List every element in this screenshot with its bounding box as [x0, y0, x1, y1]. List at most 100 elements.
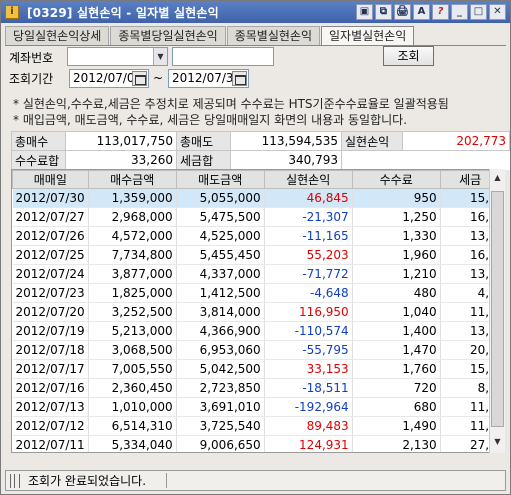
- cell-date: 2012/07/26: [12, 226, 89, 246]
- scroll-up-icon[interactable]: ▲: [490, 171, 505, 185]
- status-message: 조회가 완료되었습니다.: [28, 474, 147, 488]
- sell-total-label: 총매도: [176, 131, 231, 151]
- table-row[interactable]: 2012/07/26 4,572,000 4,525,000 -11,165 1,330…: [12, 226, 501, 246]
- account-row: 계좌번호: [9, 47, 53, 67]
- grid-scrollbar[interactable]: ▲ ▼: [489, 169, 505, 453]
- cell-buy: 3,877,000: [88, 264, 177, 284]
- daily-pnl-grid[interactable]: 매매일 매수금액 매도금액 실현손익 수수료 세금 2012/07/30 1,35…: [11, 169, 502, 453]
- app-icon: i: [5, 5, 19, 19]
- cell-fee: 1,040: [352, 302, 441, 322]
- tab-daily-realized-detail[interactable]: 당일실현손익상세: [5, 26, 110, 45]
- buy-total-value: 113,017,750: [65, 131, 177, 151]
- cell-fee: 1,330: [352, 226, 441, 246]
- cell-fee: 1,490: [352, 416, 441, 436]
- cell-fee: 1,210: [352, 264, 441, 284]
- cell-date: 2012/07/12: [12, 416, 89, 436]
- cell-sell: 6,953,060: [176, 340, 265, 360]
- table-row[interactable]: 2012/07/11 5,334,040 9,006,650 124,931 2,130…: [12, 435, 501, 452]
- date-to-field[interactable]: 2012/07/31: [168, 69, 249, 88]
- cell-sell: 4,525,000: [176, 226, 265, 246]
- help-icon[interactable]: ?: [432, 4, 449, 20]
- tax-total-value: 340,793: [230, 150, 342, 170]
- cell-date: 2012/07/23: [12, 283, 89, 303]
- table-row[interactable]: 2012/07/18 3,068,500 6,953,060 -55,795 1,470…: [12, 340, 501, 360]
- cell-date: 2012/07/19: [12, 321, 89, 341]
- table-row[interactable]: 2012/07/24 3,877,000 4,337,000 -71,772 1,210…: [12, 264, 501, 284]
- cell-pnl: 116,950: [264, 302, 353, 322]
- sell-total-value: 113,594,535: [230, 131, 342, 151]
- title-bar[interactable]: i [0329] 실현손익 - 일자별 실현손익 ▣ ⧉ 🖨 A ? _ □ ✕: [1, 1, 510, 23]
- cell-fee: 1,250: [352, 207, 441, 227]
- print-icon[interactable]: 🖨: [394, 4, 411, 20]
- cell-sell: 5,455,450: [176, 245, 265, 265]
- tab-stock-realized[interactable]: 종목별실현손익: [226, 26, 320, 45]
- col-header-buy[interactable]: 매수금액: [87, 170, 177, 189]
- col-header-date[interactable]: 매매일: [12, 170, 89, 189]
- cell-buy: 1,010,000: [88, 397, 177, 417]
- cell-fee: 1,470: [352, 340, 441, 360]
- maximize-icon[interactable]: □: [470, 4, 487, 20]
- cell-fee: 1,760: [352, 359, 441, 379]
- cell-date: 2012/07/27: [12, 207, 89, 227]
- note-estimate: * 실현손익,수수료,세금은 추정치로 제공되며 수수료는 HTS기준수수료율로…: [13, 97, 449, 111]
- cell-pnl: -110,574: [264, 321, 353, 341]
- account-name-field[interactable]: [172, 47, 274, 66]
- cell-fee: 480: [352, 283, 441, 303]
- calendar-icon[interactable]: [232, 71, 247, 86]
- table-row[interactable]: 2012/07/19 5,213,000 4,366,900 -110,574 1,40…: [12, 321, 501, 341]
- col-header-sell[interactable]: 매도금액: [175, 170, 265, 189]
- cell-pnl: -71,772: [264, 264, 353, 284]
- grid-header-row: 매매일 매수금액 매도금액 실현손익 수수료 세금: [12, 170, 501, 189]
- pnl-value: 202,773: [402, 131, 510, 151]
- grip-icon: [10, 473, 20, 488]
- cell-fee: 2,130: [352, 435, 441, 452]
- table-row[interactable]: 2012/07/13 1,010,000 3,691,010 -192,964 680 1…: [12, 397, 501, 417]
- cell-buy: 6,514,310: [88, 416, 177, 436]
- cell-sell: 3,691,010: [176, 397, 265, 417]
- pnl-label: 실현손익: [341, 131, 403, 151]
- cell-fee: 680: [352, 397, 441, 417]
- cell-sell: 4,337,000: [176, 264, 265, 284]
- cell-sell: 1,412,500: [176, 283, 265, 303]
- col-header-pnl[interactable]: 실현손익: [263, 170, 353, 189]
- date-from-field[interactable]: 2012/07/01: [69, 69, 149, 88]
- table-row[interactable]: 2012/07/17 7,005,550 5,042,500 33,153 1,760 1…: [12, 359, 501, 379]
- link-icon[interactable]: ▣: [356, 4, 373, 20]
- cell-pnl: -55,795: [264, 340, 353, 360]
- tab-date-realized[interactable]: 일자별실현손익: [320, 26, 415, 46]
- summary-empty-cell: [341, 150, 403, 170]
- cell-date: 2012/07/24: [12, 264, 89, 284]
- table-row[interactable]: 2012/07/16 2,360,450 2,723,850 -18,511 720 8,…: [12, 378, 501, 398]
- close-icon[interactable]: ✕: [489, 4, 506, 20]
- window-title: [0329] 실현손익 - 일자별 실현손익: [27, 5, 219, 20]
- copy-window-icon[interactable]: ⧉: [375, 4, 392, 20]
- table-row[interactable]: 2012/07/30 1,359,000 5,055,000 46,845 950 15,…: [12, 188, 501, 208]
- table-row[interactable]: 2012/07/12 6,514,310 3,725,540 89,483 1,490 1…: [12, 416, 501, 436]
- cell-pnl: -192,964: [264, 397, 353, 417]
- account-combo[interactable]: ▼: [67, 47, 168, 66]
- font-size-icon[interactable]: A: [413, 4, 430, 20]
- tax-total-label: 세금합: [176, 150, 231, 170]
- table-row[interactable]: 2012/07/27 2,968,000 5,475,500 -21,307 1,250…: [12, 207, 501, 227]
- summary-empty-cell: [402, 150, 510, 170]
- minimize-icon[interactable]: _: [451, 4, 468, 20]
- table-row[interactable]: 2012/07/25 7,734,800 5,455,450 55,203 1,960 1…: [12, 245, 501, 265]
- summary-table: 총매수 113,017,750 총매도 113,594,535 실현손익 202…: [11, 131, 510, 170]
- scroll-down-icon[interactable]: ▼: [490, 435, 505, 449]
- cell-sell: 5,055,000: [176, 188, 265, 208]
- cell-date: 2012/07/17: [12, 359, 89, 379]
- cell-buy: 7,005,550: [88, 359, 177, 379]
- cell-pnl: 124,931: [264, 435, 353, 452]
- table-row[interactable]: 2012/07/20 3,252,500 3,814,000 116,950 1,040…: [12, 302, 501, 322]
- chevron-down-icon[interactable]: ▼: [153, 48, 167, 65]
- cell-fee: 1,960: [352, 245, 441, 265]
- date-to-value: 2012/07/31: [172, 71, 242, 85]
- table-row[interactable]: 2012/07/23 1,825,000 1,412,500 -4,648 480 4,2: [12, 283, 501, 303]
- cell-date: 2012/07/25: [12, 245, 89, 265]
- buy-total-label: 총매수: [11, 131, 66, 151]
- search-button[interactable]: 조회: [383, 46, 434, 66]
- scroll-thumb[interactable]: [491, 191, 504, 427]
- col-header-fee[interactable]: 수수료: [351, 170, 441, 189]
- tab-stock-daily-realized[interactable]: 종목별당일실현손익: [110, 26, 226, 45]
- calendar-icon[interactable]: [132, 71, 147, 86]
